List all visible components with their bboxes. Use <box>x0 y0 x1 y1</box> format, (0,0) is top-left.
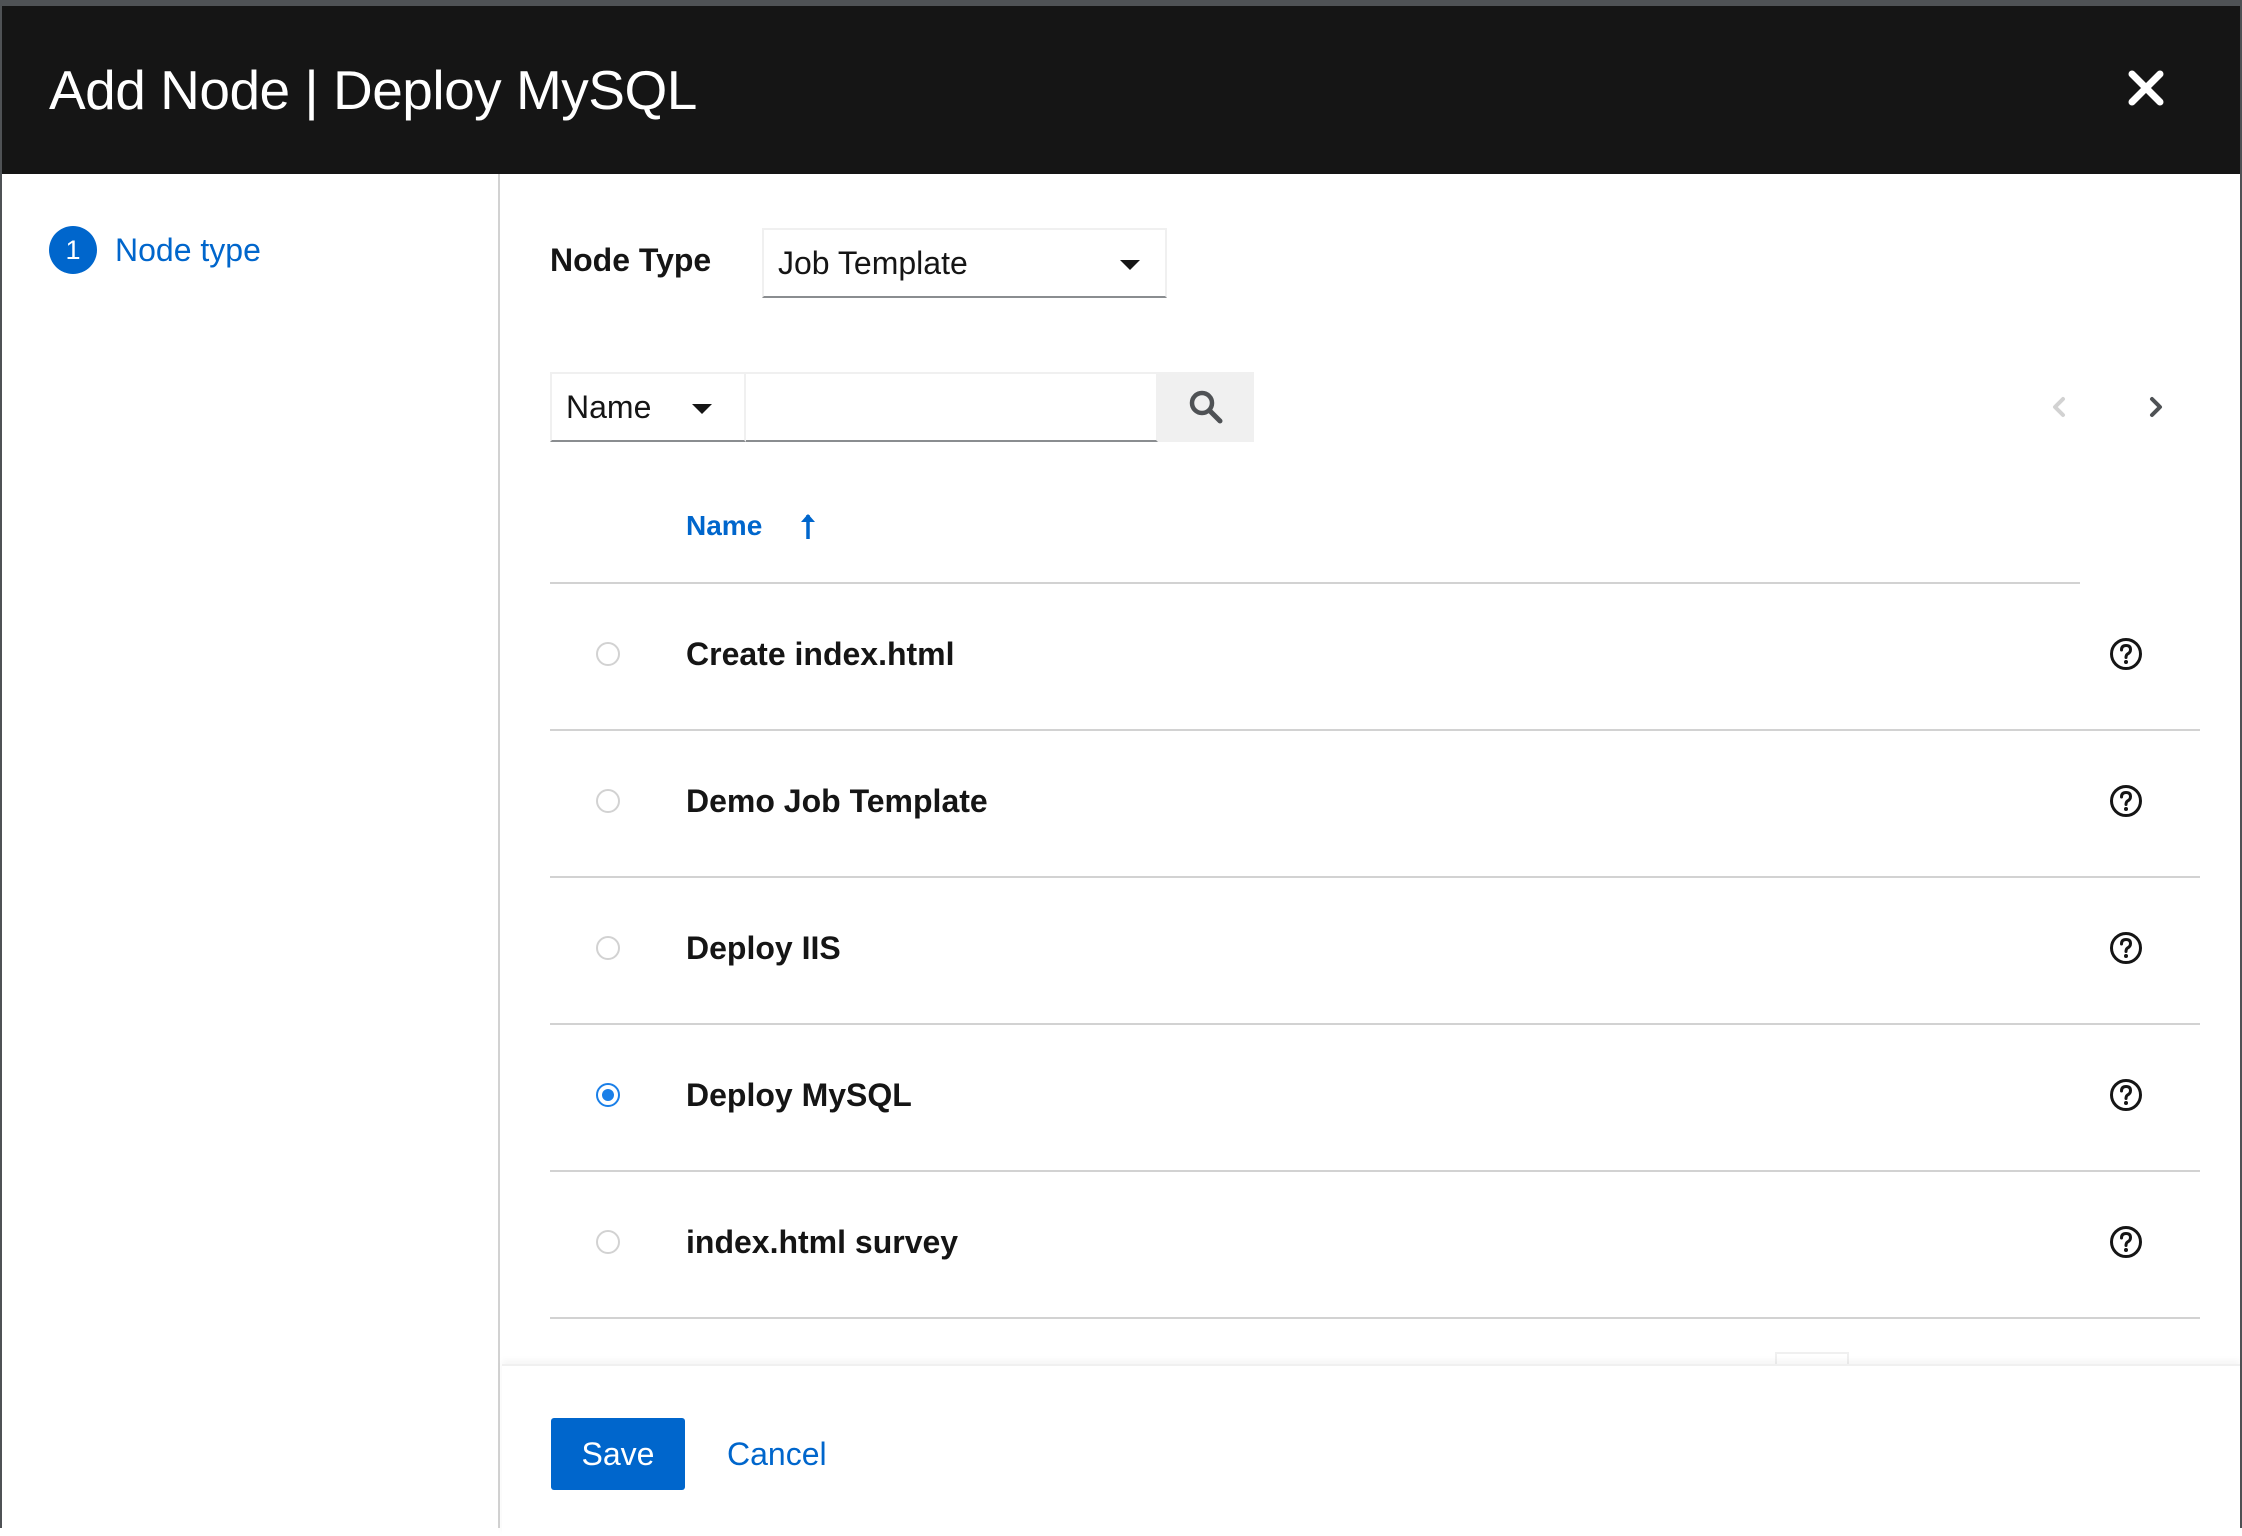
row-name: Demo Job Template <box>686 783 988 819</box>
row-radio[interactable] <box>596 1230 620 1254</box>
row-name: Create index.html <box>686 636 955 672</box>
node-type-select[interactable]: Job Template <box>762 228 1167 298</box>
step-label: Node type <box>115 231 261 268</box>
cancel-button[interactable]: Cancel <box>727 1418 827 1490</box>
help-icon[interactable] <box>2108 1077 2144 1113</box>
node-type-label: Node Type <box>550 242 712 278</box>
pagination-next-button[interactable] <box>2140 392 2170 422</box>
close-button[interactable] <box>2122 64 2170 112</box>
chevron-right-icon <box>2150 397 2162 417</box>
column-header-name[interactable]: Name <box>686 510 818 542</box>
search-filter-select[interactable]: Name <box>550 372 746 442</box>
row-radio[interactable] <box>596 789 620 813</box>
search-button[interactable] <box>1158 372 1254 442</box>
row-divider <box>550 1317 2200 1319</box>
help-icon[interactable] <box>2108 636 2144 672</box>
search-filter-value: Name <box>566 388 652 425</box>
help-icon[interactable] <box>2108 930 2144 966</box>
close-icon <box>2128 70 2164 106</box>
modal-title: Add Node | Deploy MySQL <box>49 59 697 121</box>
chevron-down-icon <box>1120 260 1140 270</box>
wizard-nav: 1 Node type <box>2 174 500 1528</box>
search-icon <box>1189 390 1223 424</box>
wizard-body: Node Type Job Template Name Name Create … <box>500 174 2240 1364</box>
row-radio[interactable] <box>596 642 620 666</box>
sort-ascending-icon <box>801 514 816 539</box>
search-input[interactable] <box>746 372 1158 442</box>
table-row[interactable]: Deploy MySQL <box>550 1025 2200 1172</box>
chevron-left-icon <box>2053 397 2065 417</box>
node-type-value: Job Template <box>778 244 968 281</box>
table-row[interactable]: index.html survey <box>550 1172 2200 1319</box>
table-row[interactable]: Create index.html <box>550 584 2200 731</box>
wizard-step-node-type[interactable]: 1 Node type <box>49 226 261 274</box>
step-number: 1 <box>49 226 97 274</box>
table-row[interactable]: Demo Job Template <box>550 731 2200 878</box>
chevron-down-icon <box>692 404 712 414</box>
row-name: Deploy IIS <box>686 930 841 966</box>
column-header-label: Name <box>686 510 763 541</box>
row-radio[interactable] <box>596 936 620 960</box>
pagination-prev-button[interactable] <box>2045 392 2075 422</box>
help-icon[interactable] <box>2108 1224 2144 1260</box>
save-button[interactable]: Save <box>551 1418 685 1490</box>
row-radio-selected[interactable] <box>596 1083 620 1107</box>
add-node-modal: Add Node | Deploy MySQL 1 Node type Node… <box>0 0 2242 1536</box>
modal-footer: Save Cancel <box>502 1364 2240 1536</box>
help-icon[interactable] <box>2108 783 2144 819</box>
row-name: Deploy MySQL <box>686 1077 912 1113</box>
table-row[interactable]: Deploy IIS <box>550 878 2200 1025</box>
modal-header: Add Node | Deploy MySQL <box>2 6 2240 174</box>
row-name: index.html survey <box>686 1224 959 1260</box>
